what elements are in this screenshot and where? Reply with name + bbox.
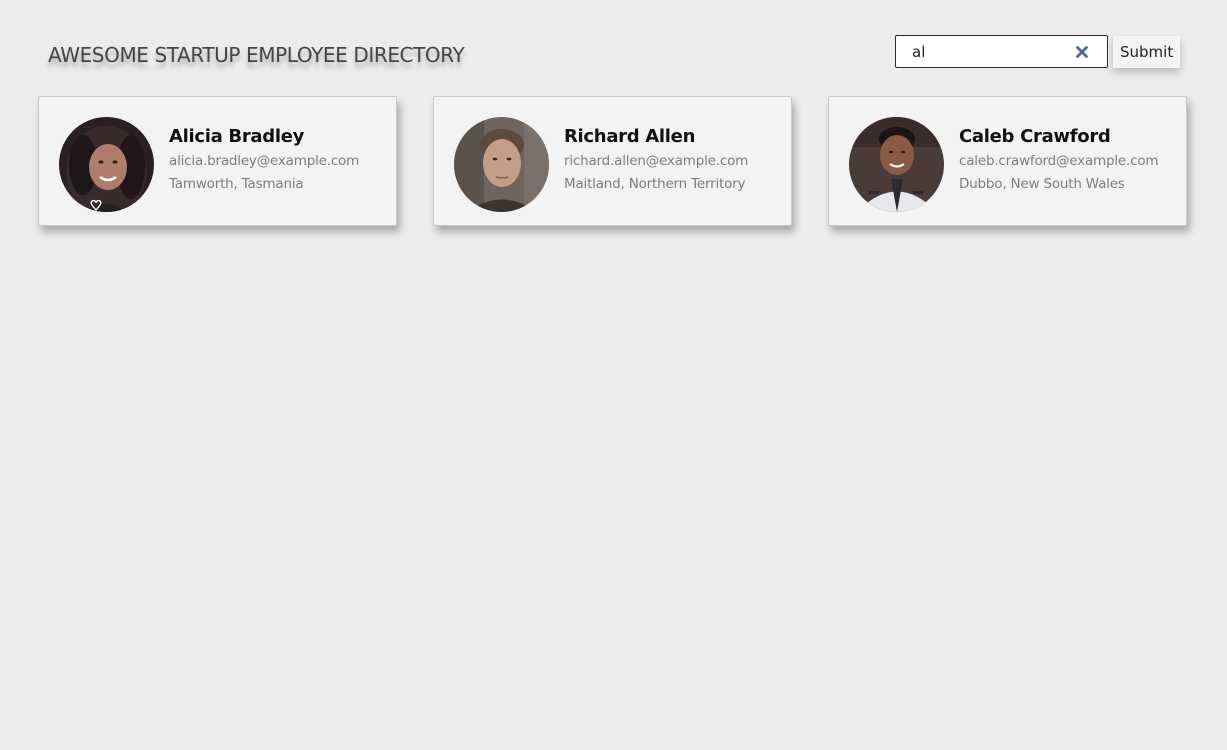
avatar (59, 117, 154, 212)
employee-card[interactable]: Caleb Crawford caleb.crawford@example.co… (828, 96, 1187, 226)
employee-email: caleb.crawford@example.com (959, 153, 1159, 169)
employee-email: alicia.bradley@example.com (169, 153, 360, 169)
employee-card[interactable]: Alicia Bradley alicia.bradley@example.co… (38, 96, 397, 226)
employee-name: Caleb Crawford (959, 126, 1111, 147)
employee-location: Tamworth, Tasmania (169, 176, 304, 192)
employee-location: Maitland, Northern Territory (564, 176, 746, 192)
employee-location: Dubbo, New South Wales (959, 176, 1125, 192)
employee-email: richard.allen@example.com (564, 153, 749, 169)
avatar (849, 117, 944, 212)
submit-button[interactable]: Submit (1113, 35, 1181, 68)
employee-directory-page: AWESOME STARTUP EMPLOYEE DIRECTORY Submi… (0, 0, 1227, 750)
employee-name: Alicia Bradley (169, 126, 305, 147)
close-icon[interactable] (1075, 45, 1089, 59)
search-form: Submit (895, 35, 1181, 68)
employee-card[interactable]: Richard Allen richard.allen@example.com … (433, 96, 792, 226)
avatar (454, 117, 549, 212)
employee-info: Richard Allen richard.allen@example.com … (564, 125, 748, 196)
employee-info: Alicia Bradley alicia.bradley@example.co… (169, 125, 359, 196)
employee-name: Richard Allen (564, 126, 696, 147)
employee-gallery: Alicia Bradley alicia.bradley@example.co… (38, 96, 1187, 226)
employee-info: Caleb Crawford caleb.crawford@example.co… (959, 125, 1159, 196)
page-title: AWESOME STARTUP EMPLOYEE DIRECTORY (48, 43, 465, 67)
search-input-wrapper (895, 35, 1108, 68)
